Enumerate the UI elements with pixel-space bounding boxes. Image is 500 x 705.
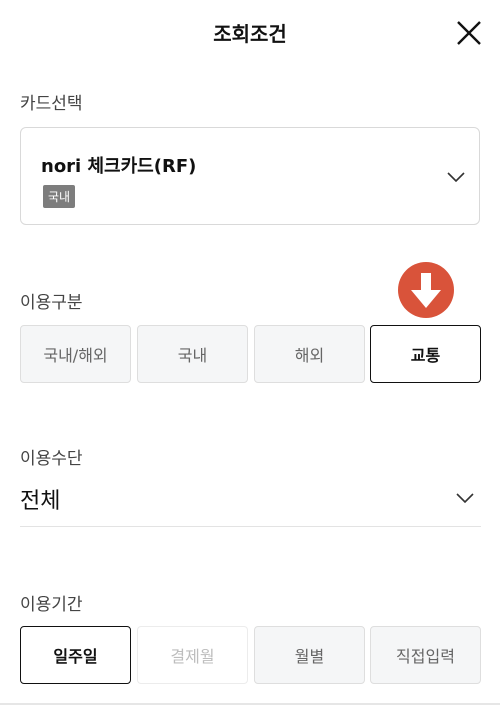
- usage-type-segments: 국내/해외 국내 해외 교통: [20, 325, 481, 383]
- usage-type-domestic-overseas[interactable]: 국내/해외: [20, 325, 131, 383]
- usage-type-domestic[interactable]: 국내: [137, 325, 248, 383]
- usage-type-overseas[interactable]: 해외: [254, 325, 365, 383]
- close-icon[interactable]: [456, 20, 482, 46]
- card-select-label: 카드선택: [20, 94, 83, 114]
- usage-period-segments: 일주일 결제월 월별 직접입력: [20, 626, 481, 684]
- chevron-down-icon: [447, 172, 465, 182]
- usage-means-label: 이용수단: [20, 449, 83, 469]
- usage-period-custom-input[interactable]: 직접입력: [370, 626, 481, 684]
- usage-period-week[interactable]: 일주일: [20, 626, 131, 684]
- card-badge: 국내: [43, 185, 76, 208]
- card-select-dropdown[interactable]: nori 체크카드(RF) 국내: [20, 127, 480, 225]
- divider: [20, 526, 481, 527]
- usage-type-label: 이용구분: [20, 293, 83, 313]
- arrow-down-icon: [398, 262, 454, 318]
- chevron-down-icon: [456, 493, 474, 503]
- usage-period-billing-month: 결제월: [137, 626, 248, 684]
- page-title: 조회조건: [213, 22, 287, 46]
- usage-means-dropdown[interactable]: [20, 474, 481, 526]
- usage-period-monthly[interactable]: 월별: [254, 626, 365, 684]
- card-name: nori 체크카드(RF): [41, 156, 197, 177]
- usage-period-label: 이용기간: [20, 595, 83, 615]
- usage-type-transport[interactable]: 교통: [370, 325, 481, 383]
- header: 조회조건: [0, 0, 500, 70]
- usage-means-value: 전체: [20, 489, 61, 514]
